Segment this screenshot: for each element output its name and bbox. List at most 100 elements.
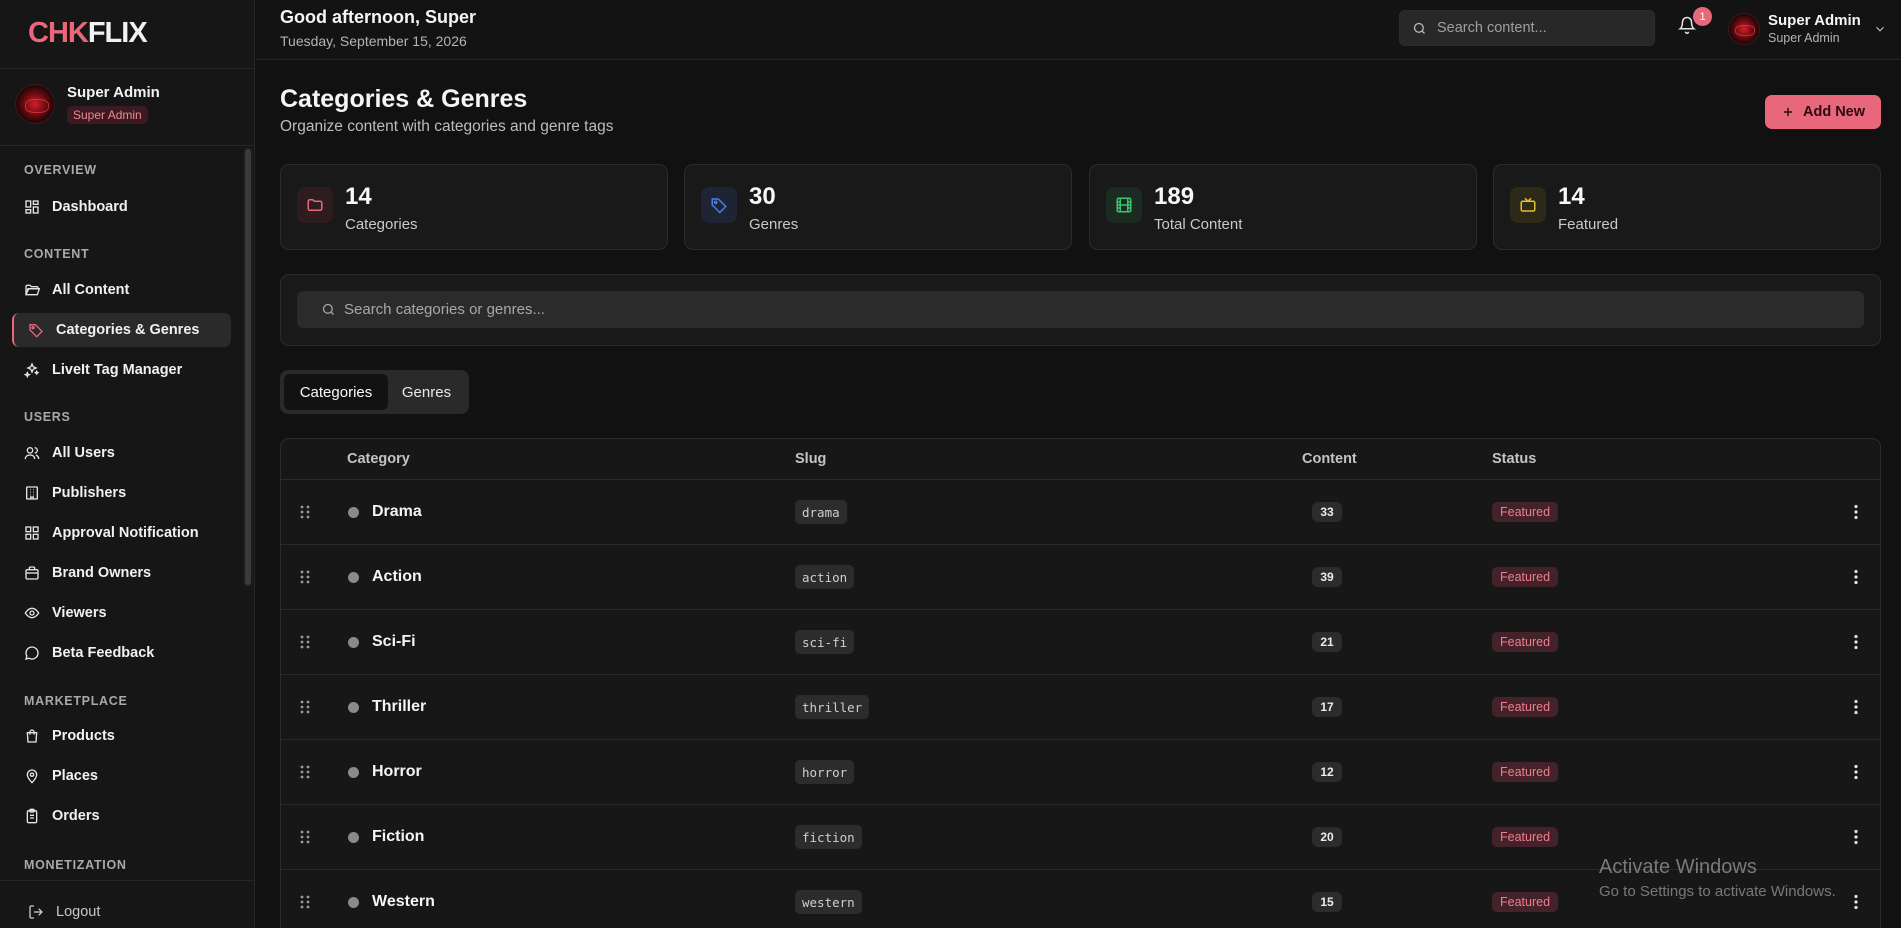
more-vertical-icon[interactable] <box>1847 893 1865 911</box>
sidebar-item-label: All Content <box>52 282 130 298</box>
sidebar-item-categories-genres[interactable]: Categories & Genres <box>12 313 231 347</box>
drag-handle-icon[interactable] <box>299 504 311 520</box>
role-badge: Super Admin <box>67 106 148 124</box>
nav-section-content: CONTENT <box>24 247 90 261</box>
category-slug: western <box>795 890 862 914</box>
column-header-category[interactable]: Category <box>347 451 410 467</box>
search-icon <box>321 302 336 317</box>
sidebar-item-label: Brand Owners <box>52 565 152 581</box>
content-count-badge: 12 <box>1312 762 1342 782</box>
stat-value: 14 <box>1558 183 1585 210</box>
drag-handle-icon[interactable] <box>299 569 311 585</box>
table-row[interactable]: Action action 39 Featured <box>281 545 1880 610</box>
status-badge: Featured <box>1492 632 1559 652</box>
category-search-input[interactable] <box>344 301 944 318</box>
tab-genres[interactable]: Genres <box>388 374 465 410</box>
drag-handle-icon[interactable] <box>299 894 311 910</box>
logout-label: Logout <box>56 904 101 920</box>
more-vertical-icon[interactable] <box>1847 503 1865 521</box>
chevron-down-icon <box>1869 22 1887 36</box>
sidebar-item-label: LiveIt Tag Manager <box>52 362 183 378</box>
status-badge: Featured <box>1492 502 1559 522</box>
sidebar-item-places[interactable]: Places <box>12 759 231 793</box>
sidebar-item-all-content[interactable]: All Content <box>12 273 231 307</box>
tag-icon <box>28 322 44 338</box>
more-vertical-icon[interactable] <box>1847 828 1865 846</box>
global-search[interactable] <box>1399 10 1655 46</box>
sidebar-scrollbar-thumb[interactable] <box>245 149 251 585</box>
sidebar-item-beta-feedback[interactable]: Beta Feedback <box>12 636 231 670</box>
content-count-badge: 17 <box>1312 697 1342 717</box>
brand-logo[interactable]: CHKFLIX <box>28 17 148 50</box>
category-color-dot <box>348 507 359 518</box>
drag-handle-icon[interactable] <box>299 699 311 715</box>
stat-label: Featured <box>1558 216 1619 233</box>
sidebar-item-viewers[interactable]: Viewers <box>12 596 231 630</box>
sidebar-item-publishers[interactable]: Publishers <box>12 476 231 510</box>
view-tabs: Categories Genres <box>280 370 469 414</box>
sidebar-user-card[interactable]: Super Admin Super Admin <box>15 84 160 124</box>
category-search[interactable] <box>297 291 1864 328</box>
stat-value: 14 <box>345 183 372 210</box>
sidebar-item-label: Orders <box>52 808 100 824</box>
category-slug: thriller <box>795 695 870 719</box>
drag-handle-icon[interactable] <box>299 764 311 780</box>
global-search-input[interactable] <box>1437 20 1637 36</box>
divider <box>0 145 254 146</box>
shopping-bag-icon <box>24 728 40 744</box>
sidebar-scrollbar[interactable] <box>243 147 253 587</box>
sidebar-item-all-users[interactable]: All Users <box>12 436 231 470</box>
nav-section-monetization: MONETIZATION <box>24 858 127 872</box>
content-count-badge: 15 <box>1312 892 1342 912</box>
sidebar-item-dashboard[interactable]: Dashboard <box>12 190 231 224</box>
table-row[interactable]: Sci-Fi sci-fi 21 Featured <box>281 610 1880 675</box>
grid-icon <box>24 525 40 541</box>
watermark-subtitle: Go to Settings to activate Windows. <box>1599 883 1836 900</box>
category-slug: drama <box>795 500 847 524</box>
more-vertical-icon[interactable] <box>1847 763 1865 781</box>
content-count-badge: 21 <box>1312 632 1342 652</box>
sidebar-item-tag-manager[interactable]: LiveIt Tag Manager <box>12 353 231 387</box>
current-date: Tuesday, September 15, 2026 <box>280 33 467 49</box>
topbar-user-role: Super Admin <box>1768 31 1840 45</box>
column-header-slug[interactable]: Slug <box>795 451 826 467</box>
stat-card-total-content: 189 Total Content <box>1089 164 1477 250</box>
table-row[interactable]: Horror horror 12 Featured <box>281 740 1880 805</box>
filter-panel <box>280 274 1881 346</box>
column-header-content[interactable]: Content <box>1302 451 1357 467</box>
sidebar-item-products[interactable]: Products <box>12 719 231 753</box>
nav-section-overview: OVERVIEW <box>24 163 97 177</box>
sidebar-item-label: Categories & Genres <box>56 322 200 338</box>
category-name: Western <box>372 893 435 910</box>
table-row[interactable]: Thriller thriller 17 Featured <box>281 675 1880 740</box>
table-row[interactable]: Drama drama 33 Featured <box>281 480 1880 545</box>
user-menu[interactable]: Super Admin Super Admin <box>1728 12 1887 45</box>
nav-section-users: USERS <box>24 410 71 424</box>
more-vertical-icon[interactable] <box>1847 698 1865 716</box>
more-vertical-icon[interactable] <box>1847 633 1865 651</box>
sidebar-item-approval-notification[interactable]: Approval Notification <box>12 516 231 550</box>
category-color-dot <box>348 897 359 908</box>
table-header: Category Slug Content Status <box>281 439 1880 480</box>
topbar: Good afternoon, Super Tuesday, September… <box>256 0 1901 60</box>
category-name: Sci-Fi <box>372 633 416 650</box>
avatar <box>15 84 55 124</box>
sidebar-item-brand-owners[interactable]: Brand Owners <box>12 556 231 590</box>
more-vertical-icon[interactable] <box>1847 568 1865 586</box>
sidebar-item-label: Approval Notification <box>52 525 199 541</box>
tab-categories[interactable]: Categories <box>284 374 388 410</box>
drag-handle-icon[interactable] <box>299 634 311 650</box>
add-new-button[interactable]: Add New <box>1765 95 1881 129</box>
sidebar-user-name: Super Admin <box>67 84 160 101</box>
search-icon <box>1412 21 1427 36</box>
logout-button[interactable]: Logout <box>28 904 100 920</box>
dashboard-grid-icon <box>24 199 40 215</box>
category-name: Drama <box>372 503 422 520</box>
category-color-dot <box>348 572 359 583</box>
stat-card-genres: 30 Genres <box>684 164 1072 250</box>
sidebar-item-orders[interactable]: Orders <box>12 799 231 833</box>
drag-handle-icon[interactable] <box>299 829 311 845</box>
column-header-status[interactable]: Status <box>1492 451 1536 467</box>
category-slug: fiction <box>795 825 862 849</box>
category-slug: action <box>795 565 855 589</box>
